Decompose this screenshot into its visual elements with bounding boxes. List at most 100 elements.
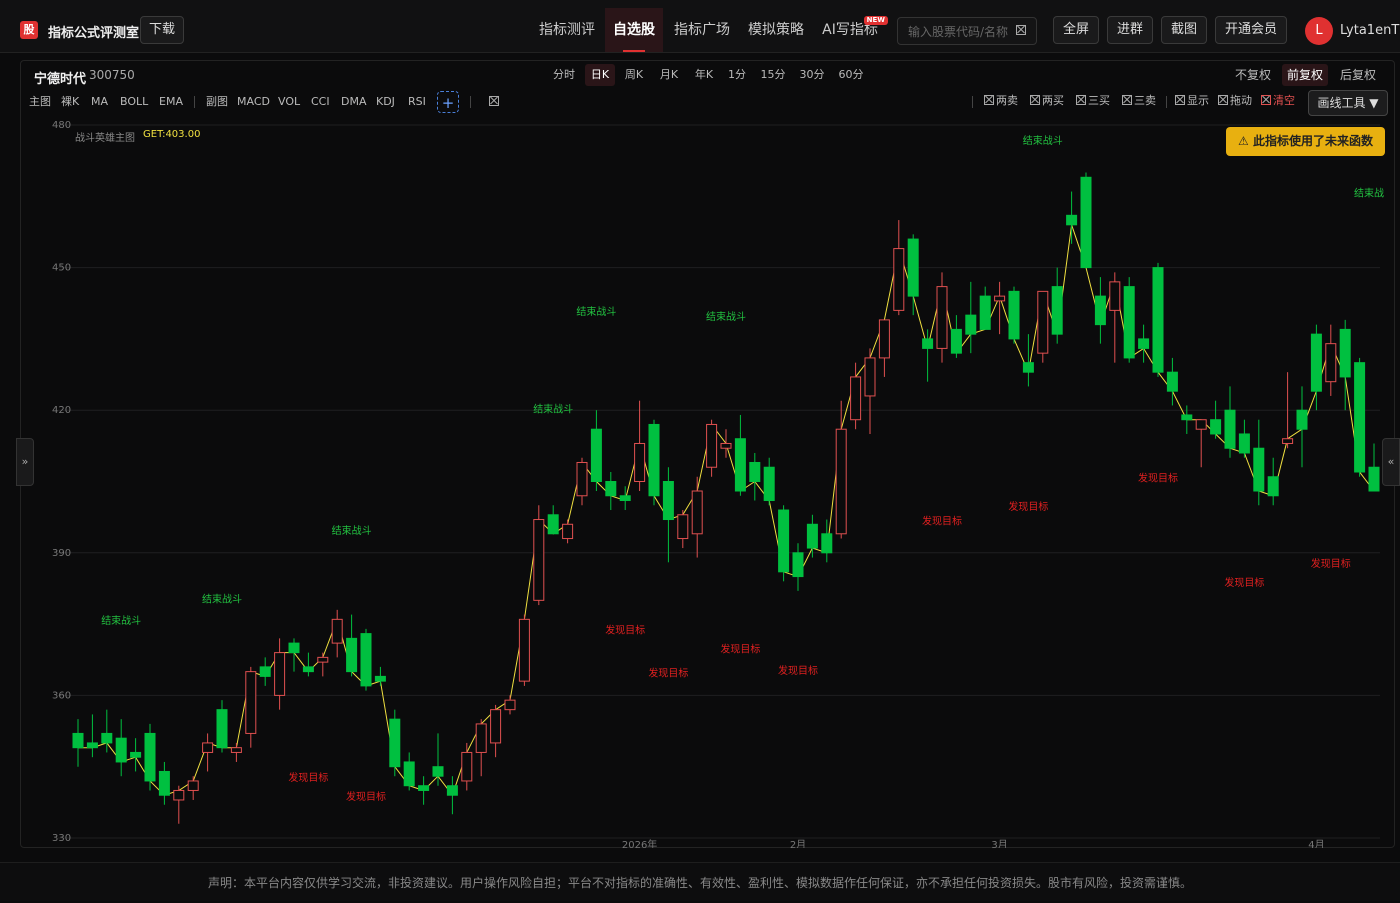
- nav-label: 指标广场: [674, 22, 730, 38]
- expand-right-icon[interactable]: «: [1382, 438, 1400, 486]
- period-15min[interactable]: 15分: [758, 64, 788, 86]
- adjust-forward[interactable]: 前复权: [1282, 64, 1328, 86]
- candle-body: [144, 732, 156, 782]
- fullscreen-button[interactable]: 全屏: [1053, 16, 1099, 44]
- expand-left-icon[interactable]: »: [16, 438, 34, 486]
- checkbox-icon: [1218, 95, 1228, 105]
- clear-icon: [1261, 95, 1271, 105]
- signal-two-sell[interactable]: 两卖: [984, 94, 1018, 108]
- indicator-macd[interactable]: MACD: [237, 95, 270, 109]
- checkbox-icon: [984, 95, 994, 105]
- stock-search[interactable]: [897, 17, 1037, 45]
- indicator-ma[interactable]: MA: [91, 95, 108, 109]
- nav-simulated-strategy[interactable]: 模拟策略: [740, 8, 812, 52]
- candle-body: [490, 709, 502, 744]
- x-tick-label: 4月: [1308, 839, 1324, 848]
- candle-body: [1210, 419, 1222, 435]
- candle-body: [562, 523, 574, 540]
- drawing-tools-button[interactable]: 画线工具 ▼: [1308, 90, 1388, 116]
- signal-clear[interactable]: 清空: [1261, 94, 1295, 108]
- candle-body: [763, 466, 775, 502]
- signal-three-sell[interactable]: 三卖: [1122, 94, 1156, 108]
- join-group-button[interactable]: 进群: [1107, 16, 1153, 44]
- nav-label: 模拟策略: [748, 22, 804, 38]
- candle-body: [331, 618, 343, 644]
- signal-three-buy[interactable]: 三买: [1076, 94, 1110, 108]
- candle-body: [1080, 176, 1092, 269]
- indicator-rsi[interactable]: RSI: [408, 95, 426, 109]
- username[interactable]: Lyta1enT: [1340, 23, 1399, 38]
- membership-button[interactable]: 开通会员: [1215, 16, 1287, 44]
- signal-annotation: 结束战斗: [533, 403, 573, 416]
- signal-annotation: 发现目标: [605, 624, 645, 637]
- candle-body: [835, 428, 847, 535]
- period-1min[interactable]: 1分: [725, 64, 749, 86]
- signal-label: 三买: [1088, 94, 1110, 107]
- indicator-ema[interactable]: EMA: [159, 95, 183, 109]
- candlestick-chart[interactable]: 3303603904204504802026年 2月 3月 4月结束战斗结束战斗结束战…: [22, 116, 1384, 848]
- tool-toggle-icon[interactable]: [489, 96, 499, 106]
- nav-watchlist[interactable]: 自选股: [605, 8, 663, 52]
- signal-two-buy[interactable]: 两买: [1030, 94, 1064, 108]
- candle-body: [187, 780, 199, 791]
- avatar[interactable]: L: [1305, 17, 1333, 45]
- screenshot-button[interactable]: 截图: [1161, 16, 1207, 44]
- period-weekly[interactable]: 周K: [620, 64, 648, 86]
- period-intraday[interactable]: 分时: [550, 64, 578, 86]
- candle-body: [1094, 295, 1106, 326]
- checkbox-icon: [1030, 95, 1040, 105]
- candle-body: [230, 747, 242, 753]
- indicator-boll[interactable]: BOLL: [120, 95, 148, 109]
- candle-body: [346, 637, 358, 673]
- indicator-dma[interactable]: DMA: [341, 95, 367, 109]
- nav-ai-indicator[interactable]: AI写指标 NEW: [816, 8, 888, 52]
- signal-drag[interactable]: 拖动: [1218, 94, 1252, 108]
- signal-display[interactable]: 显示: [1175, 94, 1209, 108]
- period-monthly[interactable]: 月K: [655, 64, 683, 86]
- candle-body: [1224, 409, 1236, 449]
- search-input[interactable]: [906, 22, 1014, 42]
- candle-body: [1368, 466, 1380, 492]
- candle-body: [576, 461, 588, 497]
- nav-indicator-plaza[interactable]: 指标广场: [666, 8, 738, 52]
- candle-body: [1267, 476, 1279, 497]
- search-icon[interactable]: [1016, 25, 1026, 35]
- legend-value: GET:403.00: [143, 129, 201, 140]
- period-30min[interactable]: 30分: [797, 64, 827, 86]
- x-tick-label: 2月: [790, 839, 806, 848]
- future-function-warning[interactable]: ⚠ 此指标使用了未来函数: [1226, 127, 1385, 156]
- divider: [972, 96, 973, 108]
- top-bar: 股 指标公式评测室 下载 指标测评 自选股 指标广场 模拟策略 AI写指标 NEW…: [0, 0, 1400, 53]
- period-60min[interactable]: 60分: [836, 64, 866, 86]
- adjust-backward[interactable]: 后复权: [1336, 64, 1380, 86]
- y-tick-label: 420: [52, 405, 71, 416]
- checkbox-icon: [1175, 95, 1185, 105]
- candle-body: [706, 423, 718, 468]
- candle-body: [1238, 433, 1250, 454]
- y-tick-label: 450: [52, 263, 71, 274]
- candle-body: [691, 490, 703, 535]
- add-indicator-button[interactable]: +: [437, 91, 459, 113]
- candle-body: [389, 718, 401, 768]
- candle-body: [418, 785, 430, 791]
- nav-indicator-review[interactable]: 指标测评: [530, 8, 604, 52]
- adjust-none[interactable]: 不复权: [1232, 64, 1274, 86]
- download-button[interactable]: 下载: [140, 16, 184, 44]
- period-daily[interactable]: 日K: [585, 64, 615, 86]
- candle-body: [1296, 409, 1308, 430]
- period-yearly[interactable]: 年K: [690, 64, 718, 86]
- candle-body: [1282, 438, 1294, 444]
- candle-body: [850, 376, 862, 421]
- signal-annotation: 结束战斗: [202, 593, 242, 606]
- indicator-vol[interactable]: VOL: [278, 95, 300, 109]
- indicator-naked-k[interactable]: 裸K: [61, 95, 79, 109]
- signal-label: 三卖: [1134, 94, 1156, 107]
- candle-body: [216, 709, 228, 749]
- indicator-cci[interactable]: CCI: [311, 95, 330, 109]
- candle-body: [749, 461, 761, 482]
- y-tick-label: 330: [52, 833, 71, 844]
- candle-body: [86, 742, 98, 749]
- candle-body: [1325, 343, 1337, 383]
- indicator-kdj[interactable]: KDJ: [376, 95, 395, 109]
- candle-body: [1051, 286, 1063, 335]
